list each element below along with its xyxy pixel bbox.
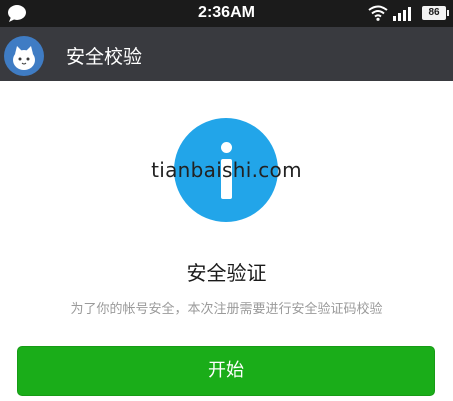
signal-icon [393,7,411,21]
start-button[interactable]: 开始 [17,346,435,396]
app-bar: 安全校验 [0,27,453,81]
battery-icon: 86 [422,6,449,20]
battery-level: 86 [428,7,440,18]
app-logo-icon [4,36,44,76]
info-icon-dot [221,142,232,153]
watermark-text: tianbaishi.com [151,158,302,182]
wifi-icon [368,5,388,21]
verification-title: 安全验证 [186,261,267,285]
verification-description: 为了你的帐号安全，本次注册需要进行安全验证码校验 [70,302,383,317]
page-title: 安全校验 [66,46,143,68]
status-bar: 2:36AM 86 [0,0,453,27]
